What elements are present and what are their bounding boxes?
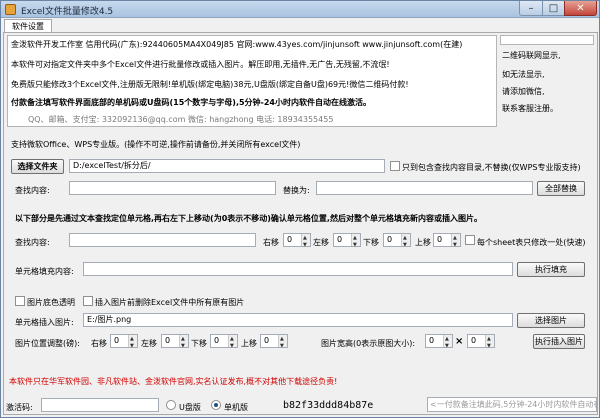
section-note: 以下部分是先通过文本查找定位单元格,再右左下上移动(为0表示不移动)确认单元格位… <box>15 214 482 223</box>
find2-down-value: 0 <box>387 235 393 244</box>
company-info: 金泼软件开发工作室 信用代码(广东):92440605MA4X049J85 官网… <box>11 40 463 49</box>
intro-text: 本软件可对指定文件夹中多个Excel文件进行批量修改或插入图片。解压即用,无插件… <box>11 60 390 69</box>
find2-label: 查找内容: <box>15 238 50 247</box>
payment-note: 付款备注填写软件界面底部的单机码或U盘码(15个数字与字母),5分钟-24小时内… <box>11 98 371 107</box>
window-title: Excel文件批量修改4.5 <box>21 7 114 17</box>
qr-note-2: 如无法显示, <box>502 70 545 79</box>
only-include-label: 只到包含查找内容目录,不替换(仅WPS专业版支持) <box>402 163 581 172</box>
insert-label: 单元格插入图片: <box>15 318 74 327</box>
stepper-arrows-icon[interactable] <box>179 333 188 352</box>
transparent-checkbox[interactable] <box>15 296 25 306</box>
replace-input[interactable] <box>316 181 533 195</box>
stepper-arrows-icon[interactable] <box>301 232 310 251</box>
find-input[interactable] <box>69 181 276 195</box>
standalone-version-label: 单机版 <box>224 403 248 412</box>
find2-down-stepper[interactable]: 0 <box>383 232 411 251</box>
find2-left-stepper[interactable]: 0 <box>333 232 361 251</box>
pos-up-value: 0 <box>264 336 270 345</box>
app-window: Excel文件批量修改4.5 – □ ✕ 软件设置 金泼软件开发工作室 信用代码… <box>0 0 600 418</box>
fill-label: 单元格填充内容: <box>15 267 74 276</box>
pos-left-stepper[interactable]: 0 <box>161 333 189 352</box>
qr-note-1: 二维码联网显示, <box>502 51 561 60</box>
qr-note-3: 请添加微信, <box>502 87 545 96</box>
stepper-arrows-icon[interactable] <box>351 232 360 251</box>
pos-down-label: 下移 <box>191 339 207 348</box>
close-button[interactable]: ✕ <box>564 1 597 16</box>
folder-path-input[interactable]: D:/excelTest/拆分后/ <box>69 159 385 173</box>
stepper-arrows-icon[interactable] <box>485 333 494 352</box>
pricing-text: 免费版只能修改3个Excel文件,注册版无限制!单机版(绑定电脑)38元,U盘版… <box>11 80 409 89</box>
find2-right-value: 0 <box>287 235 293 244</box>
support-note: 支持微软Office、WPS专业版。(操作不可逆,操作前请备份,并关闭所有exc… <box>11 140 301 149</box>
size-label: 图片宽高(0表示原图大小): <box>321 339 416 348</box>
image-width-stepper[interactable]: 0 <box>425 333 453 352</box>
usb-version-label: U盘版 <box>179 403 201 412</box>
image-height-value: 0 <box>471 336 477 345</box>
stepper-arrows-icon[interactable] <box>228 333 237 352</box>
stepper-arrows-icon[interactable] <box>451 232 460 251</box>
replace-label: 替换为: <box>283 186 310 195</box>
find2-down-label: 下移 <box>363 238 379 247</box>
pos-left-value: 0 <box>165 336 171 345</box>
select-folder-button[interactable]: 选择文件夹 <box>11 159 64 174</box>
minimize-button[interactable]: – <box>519 1 543 16</box>
find2-input[interactable] <box>69 233 256 247</box>
contact-info: QQ、邮箱、支付宝: 332092136@qq.com 微信: hangzhon… <box>28 115 334 124</box>
replace-all-button[interactable]: 全部替换 <box>537 181 585 196</box>
stepper-arrows-icon[interactable] <box>128 333 137 352</box>
position-label: 图片位置调整(磅): <box>15 339 80 348</box>
find2-up-stepper[interactable]: 0 <box>433 232 461 251</box>
machine-code: b82f33ddd84b87e <box>283 400 374 411</box>
qr-code-area: 二维码联网显示, 如无法显示, 请添加微信, 联系客服注册。 <box>499 34 595 126</box>
find2-up-label: 上移 <box>415 238 431 247</box>
image-width-value: 0 <box>429 336 435 345</box>
activation-hint: <一付款备注填此码,5分钟-24小时内软件自动在线激活 <box>427 397 597 412</box>
pos-right-label: 右移 <box>91 339 107 348</box>
only-include-checkbox[interactable] <box>390 161 400 171</box>
standalone-version-radio[interactable] <box>211 400 221 410</box>
qr-code-placeholder <box>500 35 594 45</box>
execute-fill-button[interactable]: 执行填充 <box>517 262 585 277</box>
pos-up-stepper[interactable]: 0 <box>260 333 288 352</box>
stepper-arrows-icon[interactable] <box>401 232 410 251</box>
select-image-button[interactable]: 选择图片 <box>517 313 585 328</box>
pos-left-label: 左移 <box>141 339 157 348</box>
image-height-stepper[interactable]: 0 <box>467 333 495 352</box>
execute-insert-image-button[interactable]: 执行插入图片 <box>533 334 585 349</box>
delete-images-label: 插入图片前删除Excel文件中所有原有图片 <box>95 298 245 307</box>
warning-text: 本软件只在华军软件园、非凡软件站、金泼软件官网,实名认证发布,概不对其他下载途径… <box>9 377 338 386</box>
fill-input[interactable] <box>83 262 513 276</box>
maximize-button[interactable]: □ <box>542 1 565 16</box>
find2-right-label: 右移 <box>263 238 279 247</box>
info-box: 金泼软件开发工作室 信用代码(广东):92440605MA4X049J85 官网… <box>7 35 497 127</box>
pos-down-value: 0 <box>214 336 220 345</box>
activation-code-input[interactable] <box>41 398 159 412</box>
pos-up-label: 上移 <box>241 339 257 348</box>
transparent-label: 图片底色透明 <box>27 298 75 307</box>
per-sheet-checkbox[interactable] <box>465 235 475 245</box>
tab-settings[interactable]: 软件设置 <box>4 19 52 33</box>
pos-right-stepper[interactable]: 0 <box>110 333 138 352</box>
find-label: 查找内容: <box>15 186 50 195</box>
app-icon <box>5 4 16 15</box>
pos-down-stepper[interactable]: 0 <box>210 333 238 352</box>
usb-version-radio[interactable] <box>166 400 176 410</box>
delete-images-checkbox[interactable] <box>83 296 93 306</box>
stepper-arrows-icon[interactable] <box>278 333 287 352</box>
find2-right-stepper[interactable]: 0 <box>283 232 311 251</box>
pos-right-value: 0 <box>114 336 120 345</box>
activation-label: 激活码: <box>6 403 33 412</box>
find2-left-label: 左移 <box>313 238 329 247</box>
image-path-input[interactable]: E:/图片.png <box>83 313 513 327</box>
stepper-arrows-icon[interactable] <box>443 333 452 352</box>
per-sheet-label: 每个sheet表只修改一处(快速) <box>477 238 586 247</box>
find2-left-value: 0 <box>337 235 343 244</box>
times-sign: × <box>455 336 464 347</box>
find2-up-value: 0 <box>437 235 443 244</box>
title-bar[interactable]: Excel文件批量修改4.5 – □ ✕ <box>1 1 599 18</box>
qr-note-4: 联系客服注册。 <box>502 104 558 113</box>
